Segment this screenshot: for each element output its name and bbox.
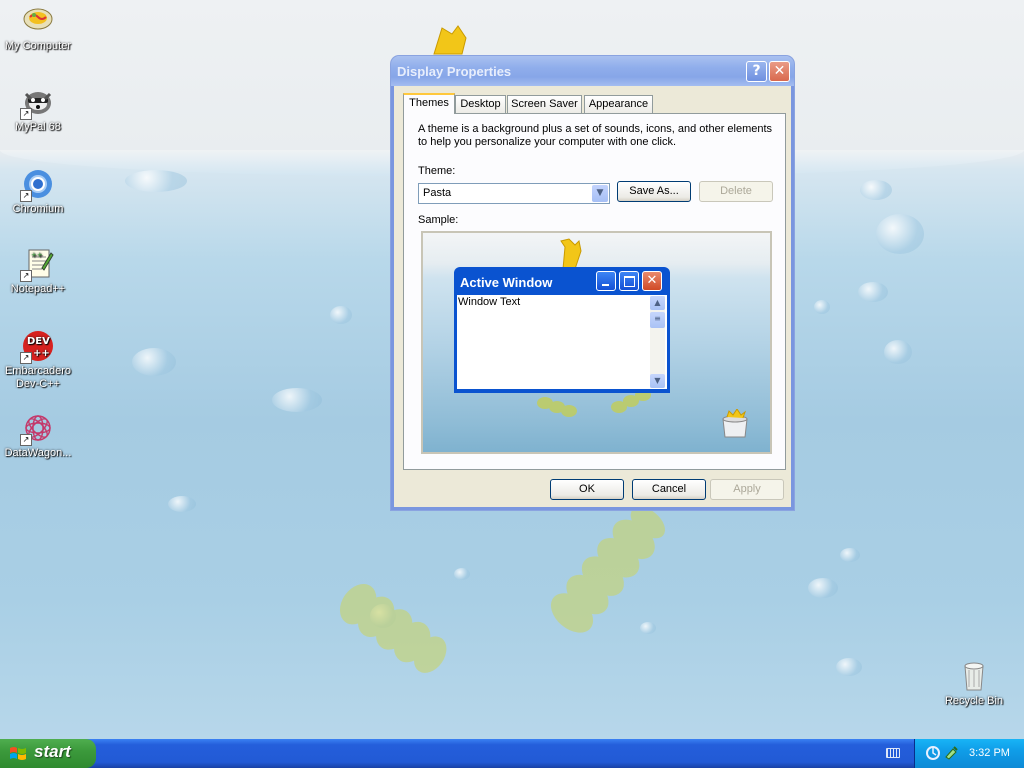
cancel-button[interactable]: Cancel <box>632 479 706 500</box>
save-as-button[interactable]: Save As... <box>617 181 691 202</box>
desktop-icon-mypal[interactable]: ↗ MyPal 68 <box>0 86 78 134</box>
display-properties-dialog: Display Properties ? ✕ Themes Desktop Sc… <box>391 56 794 510</box>
bubble <box>330 306 352 324</box>
maximize-icon <box>619 271 639 291</box>
shortcut-arrow-icon: ↗ <box>20 434 32 446</box>
network-icon[interactable] <box>925 745 941 761</box>
devcpp-icon: DEV ++ ↗ <box>20 330 54 364</box>
desktop-icon-my-computer[interactable]: My Computer <box>0 5 78 53</box>
desktop-icon-datawagon[interactable]: ↗ DataWagon... <box>0 412 78 460</box>
shortcut-arrow-icon: ↗ <box>20 270 32 282</box>
system-tray: 3:32 PM <box>914 739 1024 768</box>
dialog-titlebar[interactable]: Display Properties ? ✕ <box>391 56 794 86</box>
shortcut-arrow-icon: ↗ <box>20 352 32 364</box>
sample-scrollbar: ▲ ≡ ▼ <box>650 296 665 388</box>
desktop-icon-chromium[interactable]: ↗ Chromium <box>0 168 78 216</box>
start-label: start <box>34 742 71 761</box>
mypal-icon: ↗ <box>20 86 54 120</box>
bubble <box>272 388 322 412</box>
sample-window-title: Active Window <box>460 275 553 290</box>
theme-select[interactable]: Pasta ▼ <box>418 183 610 204</box>
scroll-thumb: ≡ <box>650 312 665 328</box>
desktop-icon-devcpp[interactable]: DEV ++ ↗ Embarcadero Dev-C++ <box>0 330 78 391</box>
start-button[interactable]: start <box>0 739 96 768</box>
theme-select-value: Pasta <box>423 187 452 199</box>
svg-text:DEV: DEV <box>27 336 50 347</box>
desktop-icon-notepadpp[interactable]: ++ ↗ Notepad++ <box>0 248 78 296</box>
svg-text:++: ++ <box>33 348 50 359</box>
shortcut-arrow-icon: ↗ <box>20 190 32 202</box>
pasta-pot-icon <box>722 409 748 438</box>
pasta-decoration <box>560 238 582 270</box>
desktop-icon-label: My Computer <box>4 40 72 52</box>
bubble <box>860 180 892 200</box>
chevron-down-icon[interactable]: ▼ <box>592 185 608 202</box>
desktop-icon-label: Notepad++ <box>10 283 66 295</box>
bubble <box>168 496 196 512</box>
sample-label: Sample: <box>418 214 459 226</box>
apply-button: Apply <box>710 479 784 500</box>
bubble <box>125 170 187 192</box>
scroll-down-icon: ▼ <box>650 374 665 388</box>
delete-button: Delete <box>699 181 773 202</box>
desktop-icon-label: Embarcadero Dev-C++ <box>4 365 72 390</box>
windows-logo-icon <box>10 747 26 760</box>
bubble <box>836 658 862 676</box>
theme-sample-preview: Active Window ✕ Window Text ▲ ≡ ▼ <box>421 231 772 454</box>
safely-remove-hardware-icon[interactable] <box>943 745 959 761</box>
bubble <box>876 214 924 254</box>
ok-button[interactable]: OK <box>550 479 624 500</box>
shortcut-arrow-icon: ↗ <box>20 108 32 120</box>
desktop-icon-label: DataWagon... <box>4 447 72 459</box>
theme-description: A theme is a background plus a set of so… <box>418 123 773 148</box>
desktop-icon-label: Chromium <box>12 203 64 215</box>
tab-themes[interactable]: Themes <box>403 93 455 114</box>
tab-screen-saver[interactable]: Screen Saver <box>507 95 582 113</box>
bubble <box>808 578 838 598</box>
close-button[interactable]: ✕ <box>769 61 790 82</box>
taskbar: start 3:32 PM <box>0 739 1024 768</box>
pasta-decoration <box>339 583 447 673</box>
desktop-icon-recycle-bin[interactable]: Recycle Bin <box>934 660 1014 708</box>
bubble <box>840 548 860 562</box>
desktop-icon-label: MyPal 68 <box>15 121 61 133</box>
minimize-icon <box>596 271 616 291</box>
sample-active-window: Active Window ✕ Window Text ▲ ≡ ▼ <box>454 267 670 393</box>
themes-panel: A theme is a background plus a set of so… <box>403 113 786 470</box>
sample-window-text: Window Text <box>458 296 521 308</box>
pasta-decoration <box>433 25 467 55</box>
datawagon-icon: ↗ <box>20 412 54 446</box>
svg-text:++: ++ <box>31 251 43 259</box>
recycle-bin-icon <box>958 660 990 692</box>
scroll-up-icon: ▲ <box>650 296 665 310</box>
bubble <box>814 300 830 314</box>
bubble <box>132 348 176 376</box>
tab-desktop[interactable]: Desktop <box>455 95 506 113</box>
bubble <box>884 340 912 364</box>
pasta-decoration <box>550 506 666 633</box>
dialog-title: Display Properties <box>397 64 512 79</box>
desktop-icon-label: Recycle Bin <box>944 695 1004 707</box>
sample-window-body: Window Text ▲ ≡ ▼ <box>457 295 667 389</box>
help-button[interactable]: ? <box>746 61 767 82</box>
chromium-icon: ↗ <box>20 168 54 202</box>
my-computer-icon <box>22 5 54 37</box>
tab-appearance[interactable]: Appearance <box>584 95 653 113</box>
bubble <box>858 282 888 302</box>
notepadpp-icon: ++ ↗ <box>20 248 54 282</box>
theme-label: Theme: <box>418 165 456 177</box>
clock[interactable]: 3:32 PM <box>969 747 1010 759</box>
close-icon: ✕ <box>642 271 662 291</box>
keyboard-icon[interactable] <box>886 748 900 758</box>
